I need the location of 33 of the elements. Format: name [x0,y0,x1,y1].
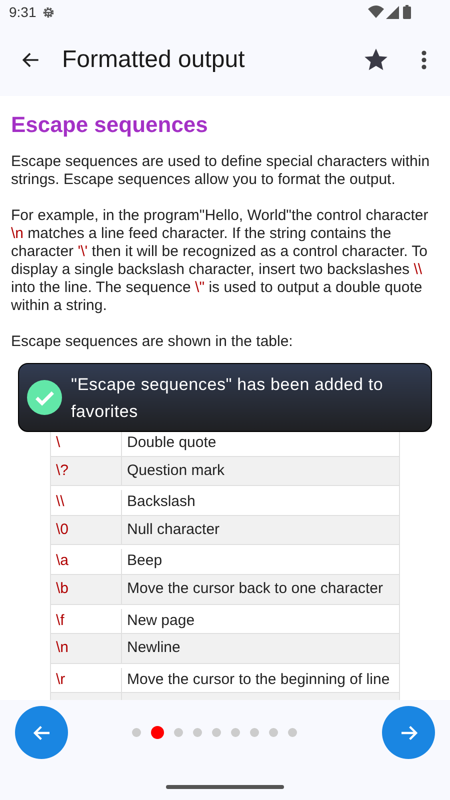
description-cell-text: Move the cursor to the beginning of line [126,670,391,690]
more-vertical-icon [421,50,427,70]
description-cell-text: Backslash [126,492,196,512]
signal-icon [386,6,399,18]
description-cell-text: Newline [126,638,182,658]
code-cell: \\ [51,490,122,515]
previous-button[interactable] [15,706,68,759]
battery-icon [403,5,411,19]
star-icon [363,47,389,73]
code-cell: \0 [51,516,122,544]
check-circle-icon [27,380,62,415]
toast-message: "Escape sequences" has been added to favorites [71,374,384,422]
description-cell-text: Question mark [126,460,226,481]
code-cell: \r [51,668,122,692]
description-cell-text: Null character [126,520,221,540]
screen-title: Formatted output [62,45,246,75]
article-paragraph: For example, in the program"Hello, World"the control character \n matches a line feed character. If the string contains the character '\' then it will be recognized as a control character. To display a single backslash character, insert two backslashes \\ into the line. The sequence \" is used to output a double quote within a string. [11,207,430,315]
code-cell: \b [51,574,122,604]
next-button[interactable] [382,706,435,759]
article-heading: Escape sequences [11,111,209,139]
code-cell: \a [51,549,122,574]
status-time: 9:31 [9,2,36,22]
description-cell-text: Double quote [126,433,218,454]
settings-icon [41,4,56,20]
code-cell: \f [51,608,122,634]
article-paragraph: Escape sequences are used to define special characters within strings. Escape sequences allow you to format the output. [11,153,431,189]
description-cell-text: Beep [126,551,164,572]
code-cell: \n [51,634,122,663]
description-cell-text: New page [126,610,196,631]
description-cell-text: Move the cursor back to one character [126,579,384,600]
code-cell: \? [51,456,122,486]
article-paragraph: Escape sequences are shown in the table: [11,333,294,351]
wifi-icon [368,5,384,19]
